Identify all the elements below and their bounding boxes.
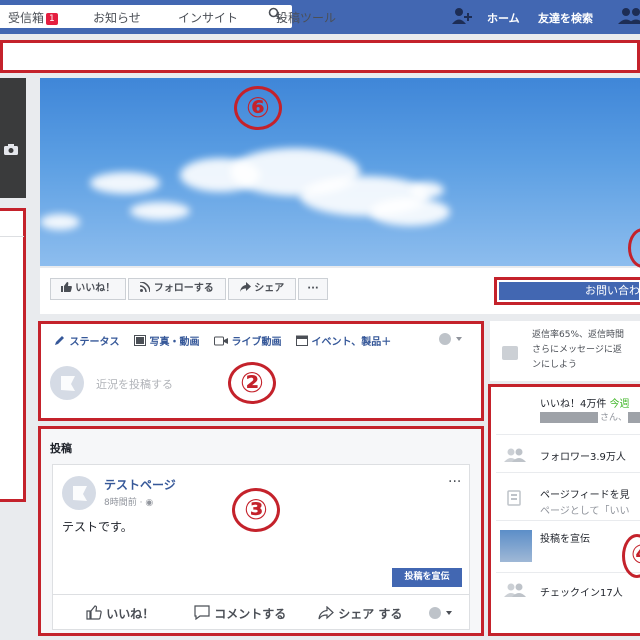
post-share-button[interactable]: シェア する: [318, 605, 402, 622]
post-comment-label: コメントする: [214, 607, 287, 621]
divider: [496, 520, 640, 521]
post-share-label: シェア する: [338, 607, 403, 621]
post-reactions-menu-icon[interactable]: [428, 605, 456, 619]
page-feed-line-2: ページとして「いい: [540, 506, 630, 517]
contact-button[interactable]: お問い合わ: [494, 277, 640, 305]
camera-icon[interactable]: [4, 140, 18, 155]
annotation-3: ③: [232, 488, 280, 532]
tab-publishing-tools[interactable]: 投稿ツール: [276, 9, 336, 26]
likes-friends-redacted: [540, 412, 598, 423]
tab-insights[interactable]: インサイト: [178, 9, 238, 26]
tab-notifications[interactable]: お知らせ: [93, 9, 141, 26]
boost-post-button[interactable]: 投稿を宣伝: [392, 568, 462, 587]
checkins-count[interactable]: チェックイン17人: [540, 584, 623, 599]
page-feed-icon: [504, 490, 526, 506]
status-label: ステータス: [69, 337, 120, 348]
messenger-icon: [502, 346, 518, 360]
like-page-button[interactable]: いいね！: [50, 278, 126, 300]
post-options-button[interactable]: ···: [448, 474, 461, 490]
share-page-label: シェア: [254, 283, 285, 294]
left-sidebar-menu: [0, 208, 26, 502]
inbox-badge: 1: [46, 13, 58, 25]
follow-label: フォローする: [153, 283, 214, 294]
find-friends-link[interactable]: 友達を検索: [538, 10, 593, 26]
tab-inbox-label: 受信箱: [8, 11, 45, 25]
live-video-label: ライブ動画: [231, 337, 282, 348]
globe-icon: ◉: [145, 498, 154, 508]
response-line-3: ンにしよう: [532, 360, 578, 370]
followers-icon: [504, 447, 526, 463]
post-like-button[interactable]: いいね！: [86, 605, 154, 622]
likes-label: いいね！4万件: [540, 399, 607, 410]
page-feed-line-1[interactable]: ページフィードを見: [540, 486, 630, 501]
cover-photo[interactable]: [40, 78, 640, 266]
response-info-text: 返信率65%、返信時間 さらにメッセージに返 ンにしよう: [532, 328, 640, 373]
post-time-label: 8時間前 ·: [104, 498, 146, 508]
photo-video-label: 写真・動画: [149, 337, 200, 348]
post-comment-button[interactable]: コメントする: [194, 605, 286, 622]
likes-friends-redacted-2: [628, 412, 640, 423]
home-link[interactable]: ホーム: [487, 10, 520, 26]
follow-button[interactable]: フォローする: [128, 278, 226, 300]
divider: [52, 594, 470, 595]
followers-count[interactable]: フォロワー3.9万人: [540, 448, 626, 463]
contact-label: お問い合わ: [499, 282, 639, 300]
likes-today: 今週: [609, 399, 630, 410]
post-text: テストです。: [62, 520, 133, 534]
response-line-2: さらにメッセージに返: [532, 345, 622, 355]
friend-requests-icon[interactable]: [452, 7, 472, 25]
event-product-tab[interactable]: イベント、製品＋: [296, 333, 391, 348]
profile-picture-area: [0, 78, 26, 198]
like-page-label: いいね！: [75, 283, 116, 294]
composer-avatar: [50, 366, 84, 400]
event-product-label: イベント、製品＋: [311, 337, 392, 348]
likes-count[interactable]: いいね！4万件 今週: [540, 395, 630, 410]
page-tabs-bar: [0, 40, 640, 73]
tab-inbox[interactable]: 受信箱 1: [8, 9, 58, 26]
friends-icon[interactable]: [618, 7, 640, 25]
checkins-icon: [504, 582, 526, 598]
divider: [496, 572, 640, 573]
likes-friends-text: さん、: [600, 413, 628, 423]
annotation-6: ⑥: [234, 86, 282, 130]
composer-placeholder[interactable]: 近況を投稿する: [96, 376, 173, 392]
post-timestamp[interactable]: 8時間前 · ◉: [104, 495, 153, 508]
post-like-label: いいね！: [106, 607, 155, 621]
response-line-1: 返信率65%、返信時間: [532, 330, 625, 340]
live-video-tab[interactable]: ライブ動画: [214, 333, 281, 348]
divider: [496, 472, 640, 473]
more-options-button[interactable]: ···: [298, 278, 328, 300]
share-page-button[interactable]: シェア: [228, 278, 296, 300]
audience-selector-icon[interactable]: [438, 331, 464, 345]
promote-post-link[interactable]: 投稿を宣伝: [540, 530, 590, 545]
promote-post-thumbnail[interactable]: [500, 530, 532, 562]
status-tab[interactable]: ステータス: [54, 333, 119, 348]
divider: [0, 236, 24, 237]
posts-title: 投稿: [50, 442, 72, 455]
annotation-2: ②: [228, 362, 276, 404]
divider: [496, 434, 640, 435]
post-author-avatar[interactable]: [62, 476, 96, 510]
post-author-name[interactable]: テストページ: [104, 476, 176, 493]
photo-video-tab[interactable]: 写真・動画: [134, 333, 199, 348]
